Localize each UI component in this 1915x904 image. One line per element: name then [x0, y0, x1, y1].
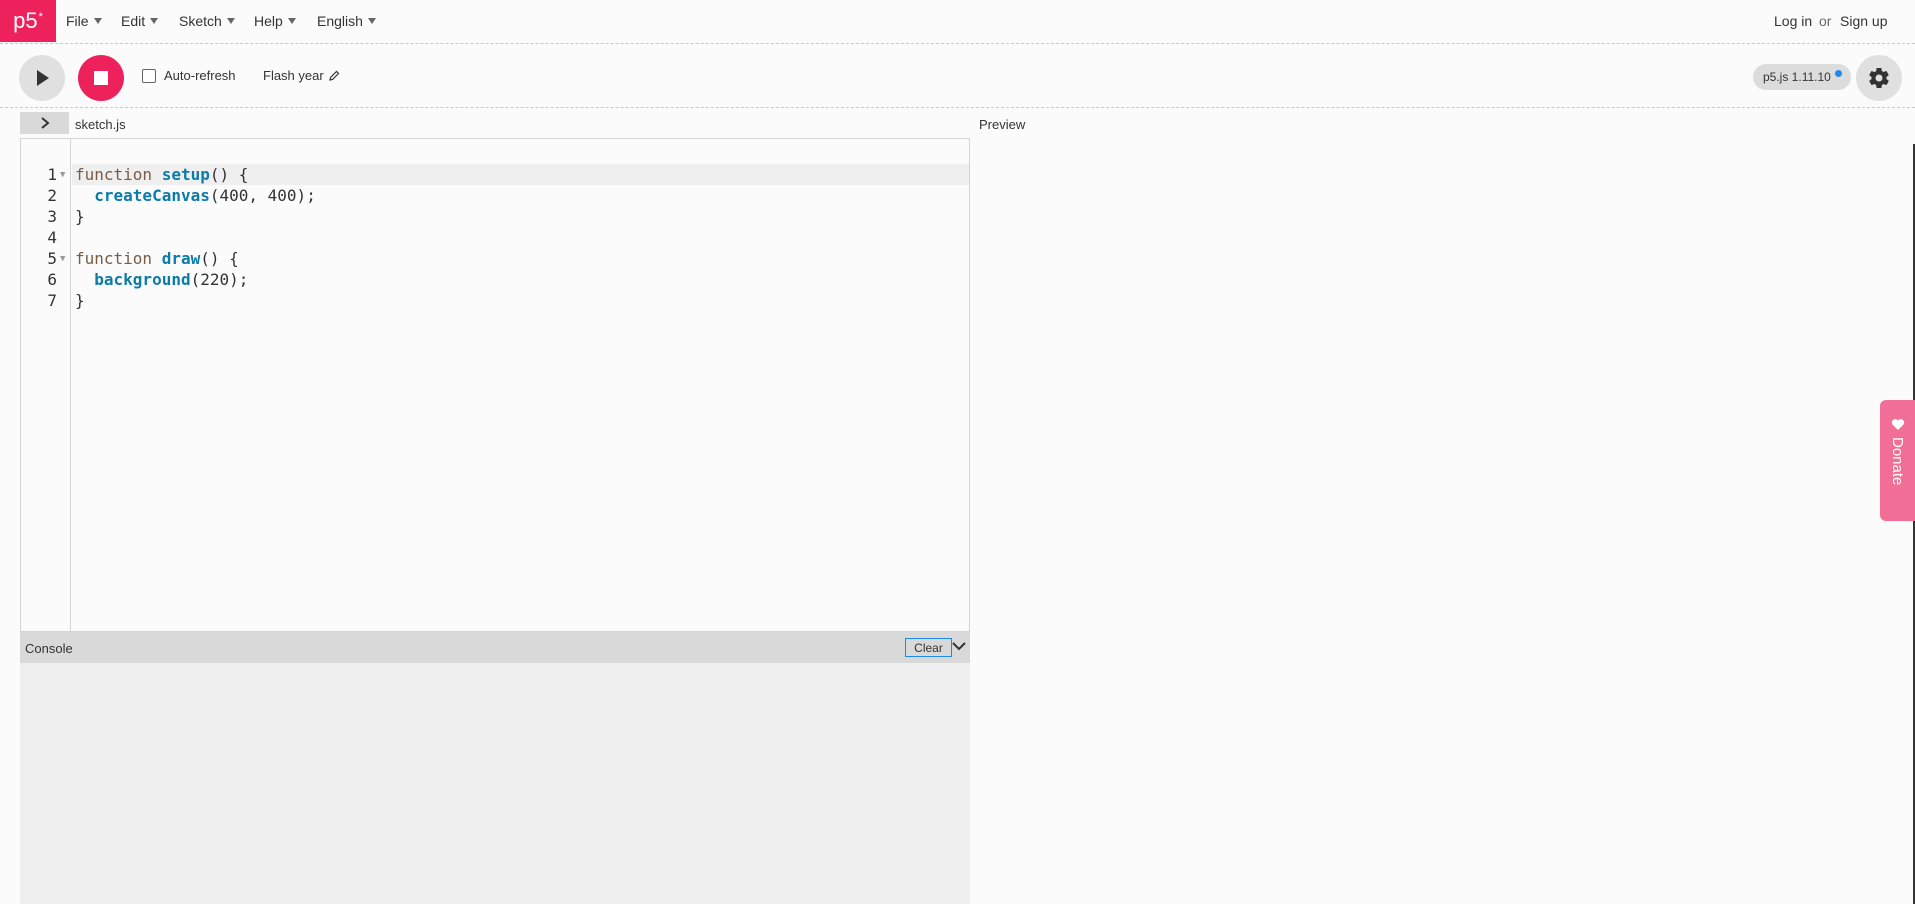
line-number: 7 — [47, 291, 57, 310]
code-line[interactable]: 6 background(220); — [21, 269, 969, 290]
code-punct: () { — [200, 249, 239, 268]
code-punct: () { — [209, 165, 249, 184]
version-label: p5.js 1.11.10 — [1763, 70, 1831, 84]
donate-button[interactable]: Donate — [1880, 400, 1915, 521]
code-text: function setup() { — [75, 164, 248, 185]
menu-file-label: File — [66, 13, 89, 29]
chevron-down-icon — [367, 18, 376, 24]
heart-icon — [1891, 419, 1904, 430]
update-dot-icon — [1834, 70, 1842, 77]
autorefresh-toggle[interactable]: Auto-refresh — [142, 68, 236, 83]
menu-edit[interactable]: Edit — [121, 13, 159, 29]
code-line[interactable]: 7 } — [21, 290, 969, 311]
code-text: background(220); — [75, 269, 248, 290]
code-text: createCanvas(400, 400); — [75, 185, 316, 206]
line-number: 1 — [47, 165, 57, 184]
play-button[interactable] — [19, 55, 65, 101]
chevron-right-icon — [40, 117, 50, 129]
code-line[interactable]: 2 createCanvas(400, 400); — [21, 185, 969, 206]
fold-arrow-icon[interactable]: ▼ — [60, 165, 65, 186]
chevron-down-icon — [93, 18, 102, 24]
menu-help[interactable]: Help — [254, 13, 296, 29]
toolbar: Auto-refresh Flash year p5.js 1.11.10 — [0, 44, 1915, 108]
code-text: } — [75, 291, 85, 310]
logo-asterisk: * — [38, 11, 43, 23]
pencil-icon — [328, 70, 340, 81]
p5-logo[interactable]: p5 * — [0, 0, 56, 42]
line-number: 4 — [47, 228, 57, 247]
top-nav: p5 * File Edit Sketch Help English Log in… — [0, 0, 1915, 44]
console-header: Console Clear — [20, 632, 970, 663]
stop-icon — [94, 71, 108, 85]
chevron-down-icon — [226, 18, 235, 24]
function-call: background — [94, 270, 191, 289]
menu-sketch-label: Sketch — [179, 13, 222, 29]
line-number: 2 — [47, 186, 57, 205]
menu-edit-label: Edit — [121, 13, 146, 29]
chevron-down-icon[interactable] — [952, 639, 966, 653]
code-line[interactable]: 3 } — [21, 206, 969, 227]
sidebar-toggle-button[interactable] — [20, 112, 69, 134]
console-clear-button[interactable]: Clear — [905, 638, 952, 657]
menu-sketch[interactable]: Sketch — [179, 13, 235, 29]
menu-file[interactable]: File — [66, 13, 102, 29]
code-editor[interactable]: 1 ▼ function setup() { 2 createCanvas(40… — [20, 138, 970, 632]
code-args: (220); — [190, 270, 249, 289]
menu-language[interactable]: English — [317, 13, 376, 29]
gear-icon — [1869, 67, 1889, 89]
autorefresh-checkbox[interactable] — [142, 68, 156, 83]
function-name: draw — [161, 249, 201, 268]
chevron-down-icon — [287, 18, 296, 24]
code-text: function draw() { — [75, 248, 239, 269]
code-line[interactable]: 4 — [21, 227, 969, 248]
chevron-down-icon — [150, 18, 159, 24]
sketch-name-label: Flash year — [263, 68, 324, 83]
sketch-name[interactable]: Flash year — [263, 68, 340, 83]
function-call: createCanvas — [94, 186, 210, 205]
fold-arrow-icon[interactable]: ▼ — [60, 249, 65, 270]
code-line[interactable]: 1 ▼ function setup() { — [21, 164, 969, 185]
line-number: 5 — [47, 249, 57, 268]
logo-text: p5 — [13, 8, 38, 33]
keyword: function — [75, 249, 153, 268]
console-output — [20, 663, 970, 904]
console-title: Console — [25, 641, 73, 656]
donate-label: Donate — [1889, 437, 1906, 486]
menu-help-label: Help — [254, 13, 283, 29]
signup-link[interactable]: Sign up — [1840, 13, 1887, 29]
version-badge[interactable]: p5.js 1.11.10 — [1753, 64, 1851, 90]
code-args: (400, 400); — [209, 186, 316, 205]
function-name: setup — [161, 165, 210, 184]
code-text: } — [75, 207, 85, 226]
auth-separator: or — [1819, 13, 1832, 29]
settings-button[interactable] — [1856, 55, 1902, 101]
preview-label: Preview — [979, 117, 1026, 132]
code-line[interactable]: 5 ▼ function draw() { — [21, 248, 969, 269]
play-icon — [37, 70, 49, 86]
line-number: 3 — [47, 207, 57, 226]
line-number: 6 — [47, 270, 57, 289]
stop-button[interactable] — [78, 55, 124, 101]
autorefresh-label: Auto-refresh — [164, 68, 236, 83]
keyword: function — [75, 165, 153, 184]
login-link[interactable]: Log in — [1774, 13, 1812, 29]
file-tab[interactable]: sketch.js — [75, 117, 126, 132]
menu-language-label: English — [317, 13, 363, 29]
